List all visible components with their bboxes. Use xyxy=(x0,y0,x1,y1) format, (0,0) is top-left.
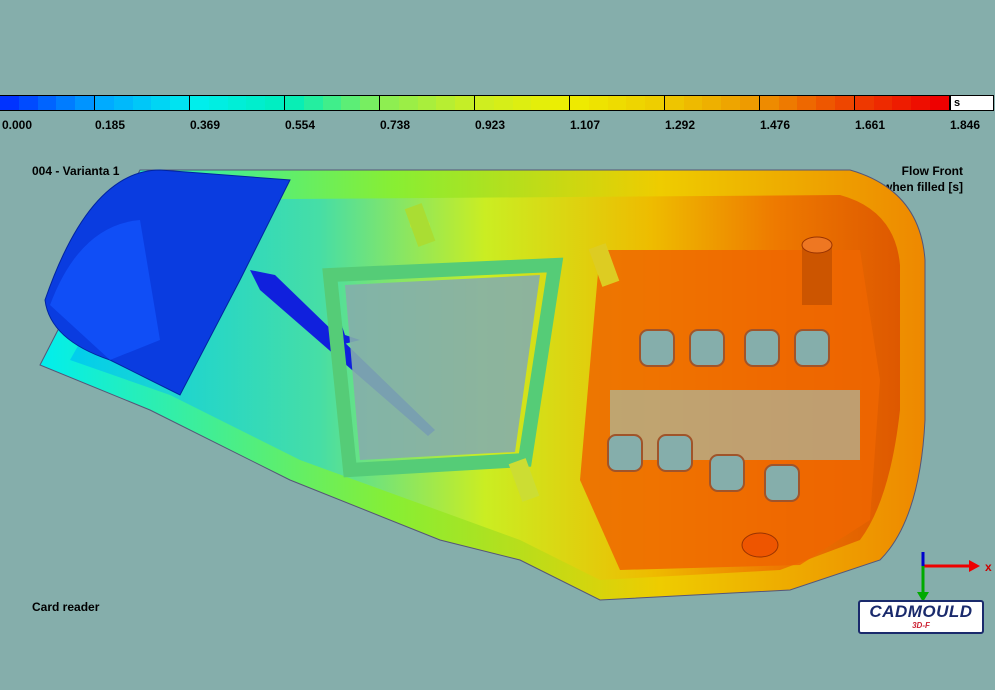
color-scale-cell xyxy=(227,96,247,110)
color-scale-cell xyxy=(75,96,95,110)
color-scale-cell xyxy=(550,96,570,110)
color-scale-cell xyxy=(398,96,418,110)
color-scale-cell xyxy=(607,96,627,110)
x-axis-label: x xyxy=(985,560,992,574)
color-scale-cell xyxy=(170,96,190,110)
color-scale-cell xyxy=(246,96,266,110)
scale-tick-5: 0.923 xyxy=(475,118,506,132)
color-scale-cell xyxy=(0,96,19,110)
color-scale-cell xyxy=(18,96,38,110)
scale-tick-8: 1.476 xyxy=(760,118,791,132)
scale-tick-6: 1.107 xyxy=(570,118,601,132)
color-scale-cell xyxy=(512,96,532,110)
color-scale-cell xyxy=(911,96,931,110)
color-scale-cell xyxy=(759,96,779,110)
color-scale-cell xyxy=(854,96,874,110)
color-scale-cell xyxy=(569,96,589,110)
color-scale-cell xyxy=(930,96,950,110)
color-scale-cell xyxy=(588,96,608,110)
scale-tick-2: 0.369 xyxy=(190,118,221,132)
scale-tick-3: 0.554 xyxy=(285,118,316,132)
color-scale-cell xyxy=(151,96,171,110)
cadmould-logo: CADMOULD 3D-F xyxy=(858,600,984,634)
color-scale-cell xyxy=(645,96,665,110)
logo-subtext: 3D-F xyxy=(912,621,930,630)
color-scale-cell xyxy=(436,96,456,110)
color-scale-bar xyxy=(0,95,950,111)
color-scale-cell xyxy=(721,96,741,110)
color-scale-cell xyxy=(778,96,798,110)
scale-tick-9: 1.661 xyxy=(855,118,886,132)
color-scale-cell xyxy=(265,96,285,110)
color-scale-cell xyxy=(341,96,361,110)
color-scale-cell xyxy=(683,96,703,110)
color-scale-cell xyxy=(56,96,76,110)
axis-triad: x xyxy=(917,552,992,602)
color-scale-cell xyxy=(379,96,399,110)
color-scale-cell xyxy=(626,96,646,110)
scale-tick-1: 0.185 xyxy=(95,118,126,132)
color-scale-cell xyxy=(531,96,551,110)
x-axis-arrowhead xyxy=(969,560,980,572)
color-scale-cell xyxy=(474,96,494,110)
color-scale-cell xyxy=(132,96,152,110)
color-scale-cell xyxy=(835,96,855,110)
color-scale-cell xyxy=(740,96,760,110)
color-scale-cell xyxy=(303,96,323,110)
color-scale-cell xyxy=(873,96,893,110)
unit-label: s xyxy=(950,95,994,111)
color-scale-cell xyxy=(702,96,722,110)
scale-tick-10: 1.846 xyxy=(950,118,981,132)
scale-tick-4: 0.738 xyxy=(380,118,411,132)
color-scale-cell xyxy=(322,96,342,110)
color-scale-cell xyxy=(417,96,437,110)
transparent-window xyxy=(610,390,860,460)
scale-tick-0: 0.000 xyxy=(2,118,33,132)
color-scale-cell xyxy=(493,96,513,110)
color-scale-cell xyxy=(189,96,209,110)
color-scale-cell xyxy=(816,96,836,110)
color-scale-cell xyxy=(797,96,817,110)
color-scale-cell xyxy=(284,96,304,110)
color-scale-cell xyxy=(664,96,684,110)
display-opening xyxy=(345,275,540,460)
scale-tick-7: 1.292 xyxy=(665,118,696,132)
color-scale-cell xyxy=(94,96,114,110)
part-name: Card reader xyxy=(32,600,100,614)
color-scale-cell xyxy=(360,96,380,110)
color-scale-cell xyxy=(892,96,912,110)
color-scale-cell xyxy=(455,96,475,110)
part-model-viewport[interactable] xyxy=(0,140,995,620)
color-scale-cell xyxy=(37,96,57,110)
color-scale-cell xyxy=(208,96,228,110)
color-scale-cell xyxy=(113,96,133,110)
logo-text: CADMOULD xyxy=(869,602,973,621)
